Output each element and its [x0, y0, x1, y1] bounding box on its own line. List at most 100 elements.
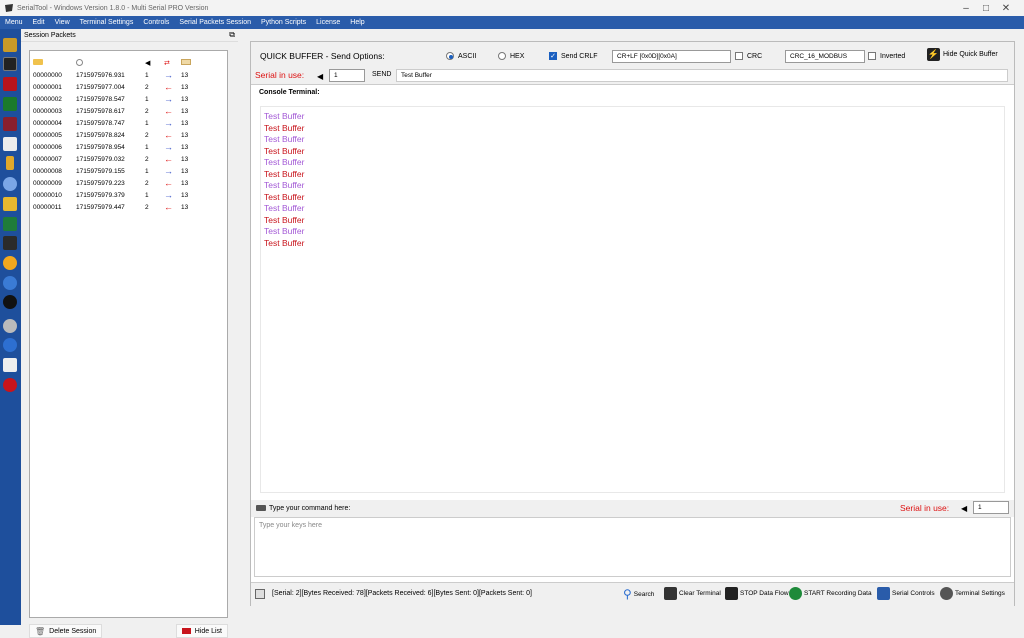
menu-item-edit[interactable]: Edit	[28, 16, 50, 29]
script-icon[interactable]	[3, 197, 17, 211]
table-row[interactable]: 00000002 1715975978.547 1 → 13	[30, 93, 227, 105]
hide-list-button[interactable]: Hide List	[175, 624, 228, 638]
packet-id: 00000002	[33, 95, 62, 103]
quick-buffer-input[interactable]: Test Buffer	[396, 69, 1008, 82]
console-terminal[interactable]: Test Buffer Test Buffer Test Buffer Test Bu…	[260, 106, 1005, 493]
table-row[interactable]: 00000007 1715975979.032 2 ← 13	[30, 153, 227, 165]
serial-number-field[interactable]: 1	[329, 69, 365, 82]
delete-session-button[interactable]: 🗑 Delete Session	[29, 624, 103, 638]
table-row[interactable]: 00000005 1715975978.824 2 ← 13	[30, 129, 227, 141]
table-row[interactable]: 00000000 1715975976.931 1 → 13	[30, 69, 227, 81]
speaker-icon: ◀	[145, 60, 151, 67]
table-row[interactable]: 00000010 1715975979.379 1 → 13	[30, 189, 227, 201]
table-row[interactable]: 00000008 1715975979.155 1 → 13	[30, 165, 227, 177]
connect-icon[interactable]	[3, 38, 17, 52]
menu-item-menu[interactable]: Menu	[0, 16, 28, 29]
packet-length: 13	[181, 83, 189, 91]
hide-quick-buffer-button[interactable]: ⚡ Hide Quick Buffer	[927, 48, 998, 61]
window-title: SerialTool - Windows Version 1.8.0 - Mul…	[17, 4, 209, 12]
modbus-icon[interactable]	[3, 117, 17, 131]
table-row[interactable]: 00000004 1715975978.747 1 → 13	[30, 117, 227, 129]
command-input[interactable]: Type your keys here	[254, 517, 1011, 577]
terminal-icon[interactable]	[3, 57, 17, 71]
stop-icon	[725, 587, 738, 600]
quick-buffer-panel: QUICK BUFFER - Send Options: ASCII HEX ✓…	[251, 42, 1014, 85]
packet-length: 13	[181, 167, 189, 175]
arrow-left-icon: ←	[164, 82, 173, 92]
layers-icon[interactable]	[3, 137, 17, 151]
session-title: Session Packets	[24, 31, 76, 39]
packet-id: 00000001	[33, 83, 62, 91]
crc-type-field[interactable]: CRC_16_MODBUS	[785, 50, 865, 63]
flag-icon[interactable]	[3, 378, 17, 392]
python-icon[interactable]	[3, 276, 17, 290]
user-icon[interactable]	[3, 295, 17, 309]
table-row[interactable]: 00000006 1715975978.954 1 → 13	[30, 141, 227, 153]
packet-timestamp: 1715975979.155	[76, 167, 125, 175]
chip-icon[interactable]	[3, 97, 17, 111]
stop-data-flow-button[interactable]: STOP Data Flow	[725, 587, 789, 600]
keyboard-icon	[256, 505, 266, 511]
monitor-icon[interactable]	[3, 77, 17, 91]
packet-id: 00000010	[33, 191, 62, 199]
qr-icon[interactable]	[3, 358, 17, 372]
crc-checkbox[interactable]: CRC	[735, 52, 762, 60]
ascii-radio[interactable]: ASCII	[446, 52, 476, 60]
packet-header-row: ◀ ⇄	[30, 57, 227, 69]
terminal-settings-button[interactable]: Terminal Settings	[940, 587, 1005, 600]
status-text: [Serial: 2][Bytes Received: 78][Packets …	[272, 590, 532, 597]
packet-id: 00000006	[33, 143, 62, 151]
console-line: Test Buffer	[264, 111, 305, 121]
packet-length: 13	[181, 131, 189, 139]
menu-item-controls[interactable]: Controls	[138, 16, 174, 29]
console-line: Test Buffer	[264, 226, 305, 236]
chat-icon[interactable]	[3, 177, 17, 191]
title-bar: SerialTool - Windows Version 1.8.0 - Mul…	[0, 0, 1024, 16]
packet-port: 2	[145, 107, 149, 115]
table-row[interactable]: 00000011 1715975979.447 2 ← 13	[30, 201, 227, 213]
pen-icon[interactable]	[6, 156, 14, 170]
support-icon[interactable]	[3, 319, 17, 333]
start-recording-button[interactable]: START Recording Data	[789, 587, 872, 600]
table-row[interactable]: 00000003 1715975978.617 2 ← 13	[30, 105, 227, 117]
packet-timestamp: 1715975978.747	[76, 119, 125, 127]
packet-port: 1	[145, 71, 149, 79]
undock-icon[interactable]: ⧉	[229, 30, 235, 40]
table-row[interactable]: 00000009 1715975979.223 2 ← 13	[30, 177, 227, 189]
packet-length: 13	[181, 179, 189, 187]
menu-item-python-scripts[interactable]: Python Scripts	[256, 16, 311, 29]
send-crlf-checkbox[interactable]: ✓ Send CRLF	[549, 52, 598, 60]
serial-controls-button[interactable]: Serial Controls	[877, 587, 935, 600]
command-serial-in-use-label: Serial in use:	[900, 503, 950, 513]
packet-length: 13	[181, 107, 189, 115]
info-icon[interactable]	[3, 338, 17, 352]
table-row[interactable]: 00000001 1715975977.004 2 ← 13	[30, 81, 227, 93]
menu-item-terminal-settings[interactable]: Terminal Settings	[75, 16, 139, 29]
envelope-icon	[181, 59, 191, 65]
packet-list[interactable]: ◀ ⇄ 00000000 1715975976.931 1 → 13 00000001 17…	[29, 50, 228, 618]
menu-item-license[interactable]: License	[311, 16, 345, 29]
menu-item-help[interactable]: Help	[345, 16, 369, 29]
menu-item-view[interactable]: View	[50, 16, 75, 29]
packet-id: 00000008	[33, 167, 62, 175]
settings-gear-icon[interactable]	[3, 256, 17, 270]
menu-item-serial-packets-session[interactable]: Serial Packets Session	[174, 16, 256, 29]
clear-terminal-button[interactable]: Clear Terminal	[664, 587, 721, 600]
command-label: Type your command here:	[269, 505, 351, 512]
packet-port: 1	[145, 191, 149, 199]
direction-icon: ⇄	[164, 60, 170, 67]
status-bar: [Serial: 2][Bytes Received: 78][Packets …	[251, 582, 1014, 606]
plugin-icon[interactable]	[3, 217, 17, 231]
search-button[interactable]: ⚲ Search	[623, 587, 654, 601]
crlf-field[interactable]: CR+LF [0x0D][0x0A]	[612, 50, 731, 63]
packet-port: 2	[145, 83, 149, 91]
packet-port: 1	[145, 95, 149, 103]
packet-port: 1	[145, 119, 149, 127]
packet-length: 13	[181, 119, 189, 127]
close-icon[interactable]: ✕	[986, 0, 1024, 16]
graph-icon[interactable]	[3, 236, 17, 250]
send-button[interactable]: SEND	[372, 71, 391, 78]
inverted-checkbox[interactable]: Inverted	[868, 52, 905, 60]
command-serial-field[interactable]: 1	[973, 501, 1009, 514]
hex-radio[interactable]: HEX	[498, 52, 524, 60]
